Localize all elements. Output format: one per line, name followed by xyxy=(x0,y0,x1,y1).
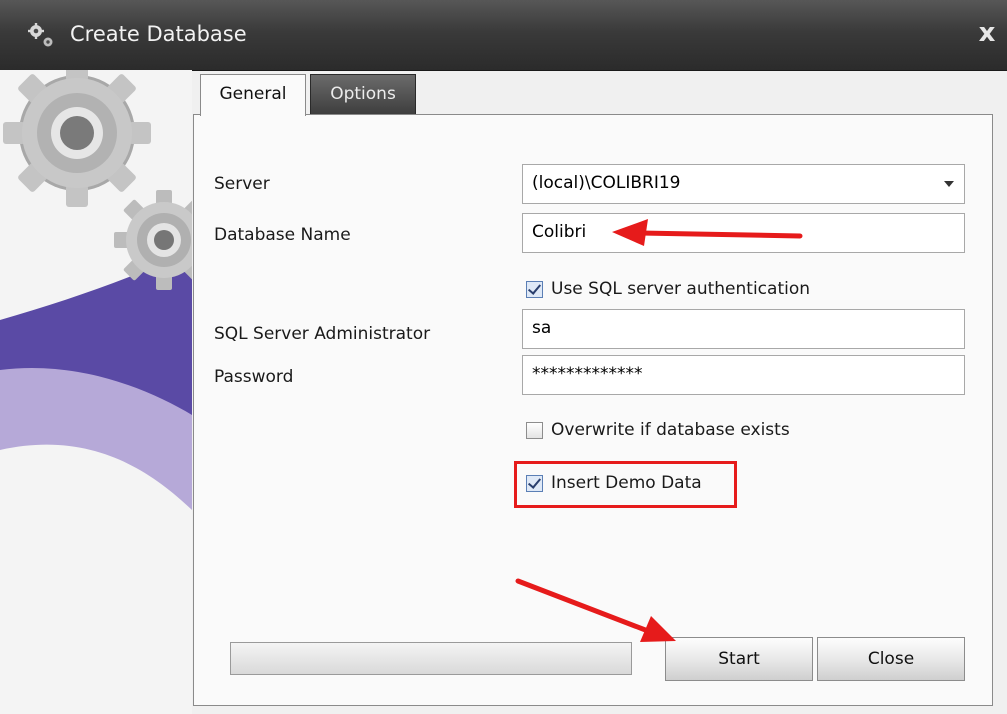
use-sql-auth-label: Use SQL server authentication xyxy=(551,279,811,299)
use-sql-auth-checkbox[interactable] xyxy=(526,280,543,298)
password-value: ************* xyxy=(532,364,643,384)
overwrite-checkbox-row[interactable]: Overwrite if database exists xyxy=(526,420,790,440)
close-button[interactable]: Close xyxy=(817,637,965,681)
tab-general[interactable]: General xyxy=(200,74,306,116)
database-name-label: Database Name xyxy=(214,225,351,245)
overwrite-label: Overwrite if database exists xyxy=(551,420,790,440)
use-sql-auth-checkbox-row[interactable]: Use SQL server authentication xyxy=(526,279,810,299)
dropdown-arrow-icon[interactable] xyxy=(944,181,954,187)
password-label: Password xyxy=(214,367,294,387)
close-icon[interactable]: x xyxy=(973,18,1001,48)
password-input[interactable]: ************* xyxy=(522,355,965,395)
tab-options[interactable]: Options xyxy=(310,74,416,114)
database-name-input[interactable]: Colibri xyxy=(522,213,965,253)
admin-input[interactable]: sa xyxy=(522,309,965,349)
create-database-dialog: Create Database x General Options Server… xyxy=(0,0,1007,714)
gears-decoration xyxy=(0,70,192,714)
database-name-value: Colibri xyxy=(532,222,587,242)
server-label: Server xyxy=(214,174,270,194)
overwrite-checkbox[interactable] xyxy=(526,421,543,439)
server-combobox[interactable]: (local)\COLIBRI19 xyxy=(522,164,965,204)
admin-value: sa xyxy=(532,318,552,338)
start-button[interactable]: Start xyxy=(665,637,813,681)
admin-label: SQL Server Administrator xyxy=(214,324,431,344)
server-value: (local)\COLIBRI19 xyxy=(532,173,681,193)
annotation-highlight-box xyxy=(514,461,737,508)
title-bar: Create Database x xyxy=(0,0,1007,71)
progress-bar xyxy=(230,642,632,675)
gears-icon xyxy=(28,23,53,47)
window-title: Create Database xyxy=(70,22,247,46)
